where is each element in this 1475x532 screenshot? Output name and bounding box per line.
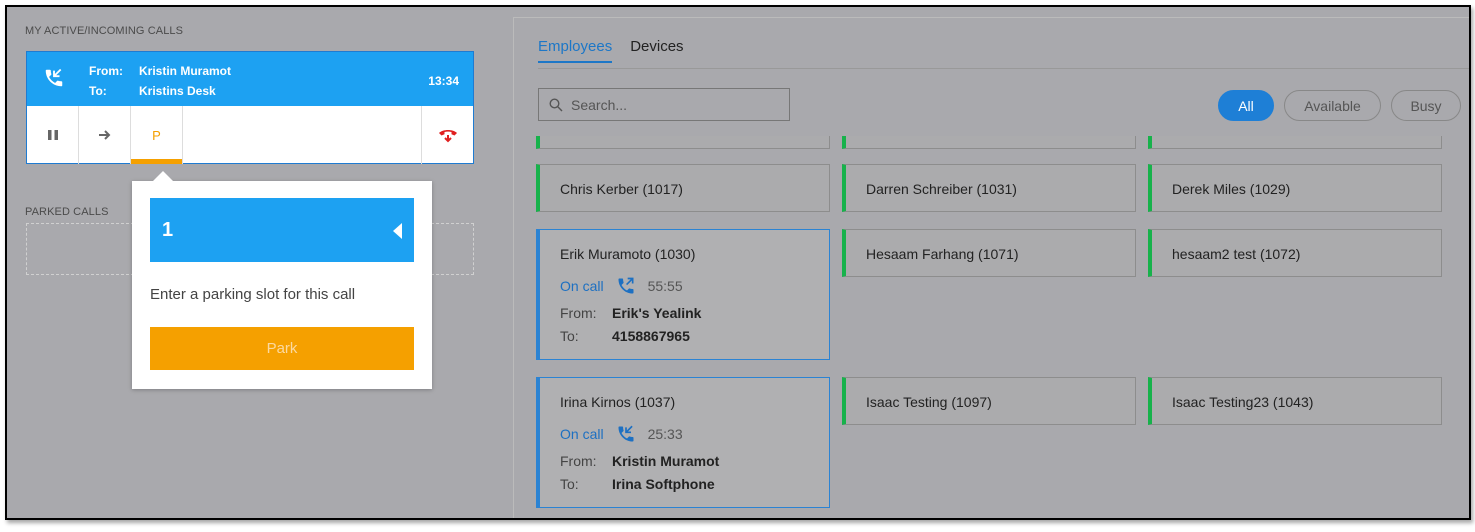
- park-popover: 1 Enter a parking slot for this call Par…: [132, 171, 432, 389]
- employee-name: Derek Miles (1029): [1172, 181, 1291, 197]
- active-call-card[interactable]: From: Kristin Muramot To: Kristins Desk …: [26, 51, 474, 164]
- to-value: Kristins Desk: [139, 84, 216, 98]
- employee-card[interactable]: hesaam2 test (1072): [1148, 229, 1442, 277]
- directory-pane: Employees Devices All Available Busy Chr…: [513, 17, 1469, 518]
- filter-busy[interactable]: Busy: [1391, 90, 1461, 121]
- tabs-divider: [538, 68, 1469, 69]
- from-label: From:: [560, 305, 597, 321]
- employee-card[interactable]: Hesaam Farhang (1071): [842, 229, 1136, 277]
- call-duration: 55:55: [647, 278, 683, 294]
- employee-card-partial: [1148, 136, 1442, 149]
- employee-card[interactable]: Isaac Testing23 (1043): [1148, 377, 1442, 425]
- status-filters: All Available Busy: [1218, 90, 1461, 121]
- employee-card-oncall[interactable]: Erik Muramoto (1030) On call 55:55 From:…: [536, 229, 830, 360]
- hangup-button[interactable]: [421, 106, 473, 164]
- search-icon: [549, 97, 563, 111]
- parking-slot-select[interactable]: 1: [150, 198, 414, 262]
- search-input[interactable]: [571, 96, 771, 113]
- from-value: Kristin Muramot: [612, 453, 720, 469]
- park-button[interactable]: P: [131, 106, 183, 164]
- hold-button[interactable]: [27, 106, 79, 164]
- to-label: To:: [89, 84, 107, 98]
- calls-pane: MY ACTIVE/INCOMING CALLS From: Kristin M…: [7, 7, 487, 518]
- pause-icon: [47, 130, 58, 140]
- call-timer: 13:34: [428, 74, 459, 88]
- employee-card[interactable]: Isaac Testing (1097): [842, 377, 1136, 425]
- employee-name: Hesaam Farhang (1071): [866, 246, 1019, 262]
- call-status: On call 55:55: [560, 276, 683, 296]
- to-label: To:: [560, 328, 579, 344]
- employee-name: Isaac Testing (1097): [866, 394, 992, 410]
- hangup-icon: [438, 130, 457, 143]
- employee-card-partial: [536, 136, 830, 149]
- app-window: MY ACTIVE/INCOMING CALLS From: Kristin M…: [5, 5, 1471, 520]
- tab-devices[interactable]: Devices: [630, 38, 683, 63]
- park-confirm-button[interactable]: Park: [150, 327, 414, 370]
- status-label: On call: [560, 426, 604, 442]
- directory-tabs: Employees Devices: [538, 38, 684, 63]
- from-value: Erik's Yealink: [612, 305, 702, 321]
- search-box[interactable]: [538, 88, 790, 121]
- from-label: From:: [89, 64, 123, 78]
- call-duration: 25:33: [647, 426, 683, 442]
- call-header: From: Kristin Muramot To: Kristins Desk …: [27, 52, 473, 106]
- arrow-right-icon: [98, 130, 110, 140]
- parking-slot-value: 1: [162, 219, 174, 241]
- employee-card[interactable]: Derek Miles (1029): [1148, 164, 1442, 212]
- employee-card-oncall[interactable]: Irina Kirnos (1037) On call 25:33 From: …: [536, 377, 830, 508]
- incoming-call-icon: [618, 425, 634, 442]
- employee-name: Irina Kirnos (1037): [560, 394, 676, 410]
- call-actions: P: [27, 106, 473, 164]
- transfer-button[interactable]: [79, 106, 131, 164]
- caret-left-icon: [393, 223, 402, 239]
- employee-name: Chris Kerber (1017): [560, 181, 683, 197]
- incoming-call-icon: [43, 67, 65, 89]
- employee-card-partial: [842, 136, 1136, 149]
- from-value: Kristin Muramot: [139, 64, 232, 78]
- filter-all[interactable]: All: [1218, 90, 1274, 121]
- outgoing-call-icon: [618, 277, 634, 294]
- status-label: On call: [560, 278, 604, 294]
- park-label: P: [152, 127, 161, 143]
- employee-card[interactable]: Darren Schreiber (1031): [842, 164, 1136, 212]
- employee-name: Erik Muramoto (1030): [560, 246, 696, 262]
- employee-card[interactable]: Chris Kerber (1017): [536, 164, 830, 212]
- parked-calls-title: PARKED CALLS: [25, 206, 109, 218]
- employee-name: Darren Schreiber (1031): [866, 181, 1017, 197]
- employee-name: Isaac Testing23 (1043): [1172, 394, 1314, 410]
- to-label: To:: [560, 476, 579, 492]
- active-calls-title: MY ACTIVE/INCOMING CALLS: [25, 25, 184, 37]
- filter-available[interactable]: Available: [1284, 90, 1381, 121]
- park-instruction: Enter a parking slot for this call: [150, 286, 356, 303]
- to-value: 4158867965: [612, 328, 690, 344]
- call-status: On call 25:33: [560, 424, 683, 444]
- from-label: From:: [560, 453, 597, 469]
- tab-employees[interactable]: Employees: [538, 38, 613, 63]
- to-value: Irina Softphone: [612, 476, 715, 492]
- employee-name: hesaam2 test (1072): [1172, 246, 1301, 262]
